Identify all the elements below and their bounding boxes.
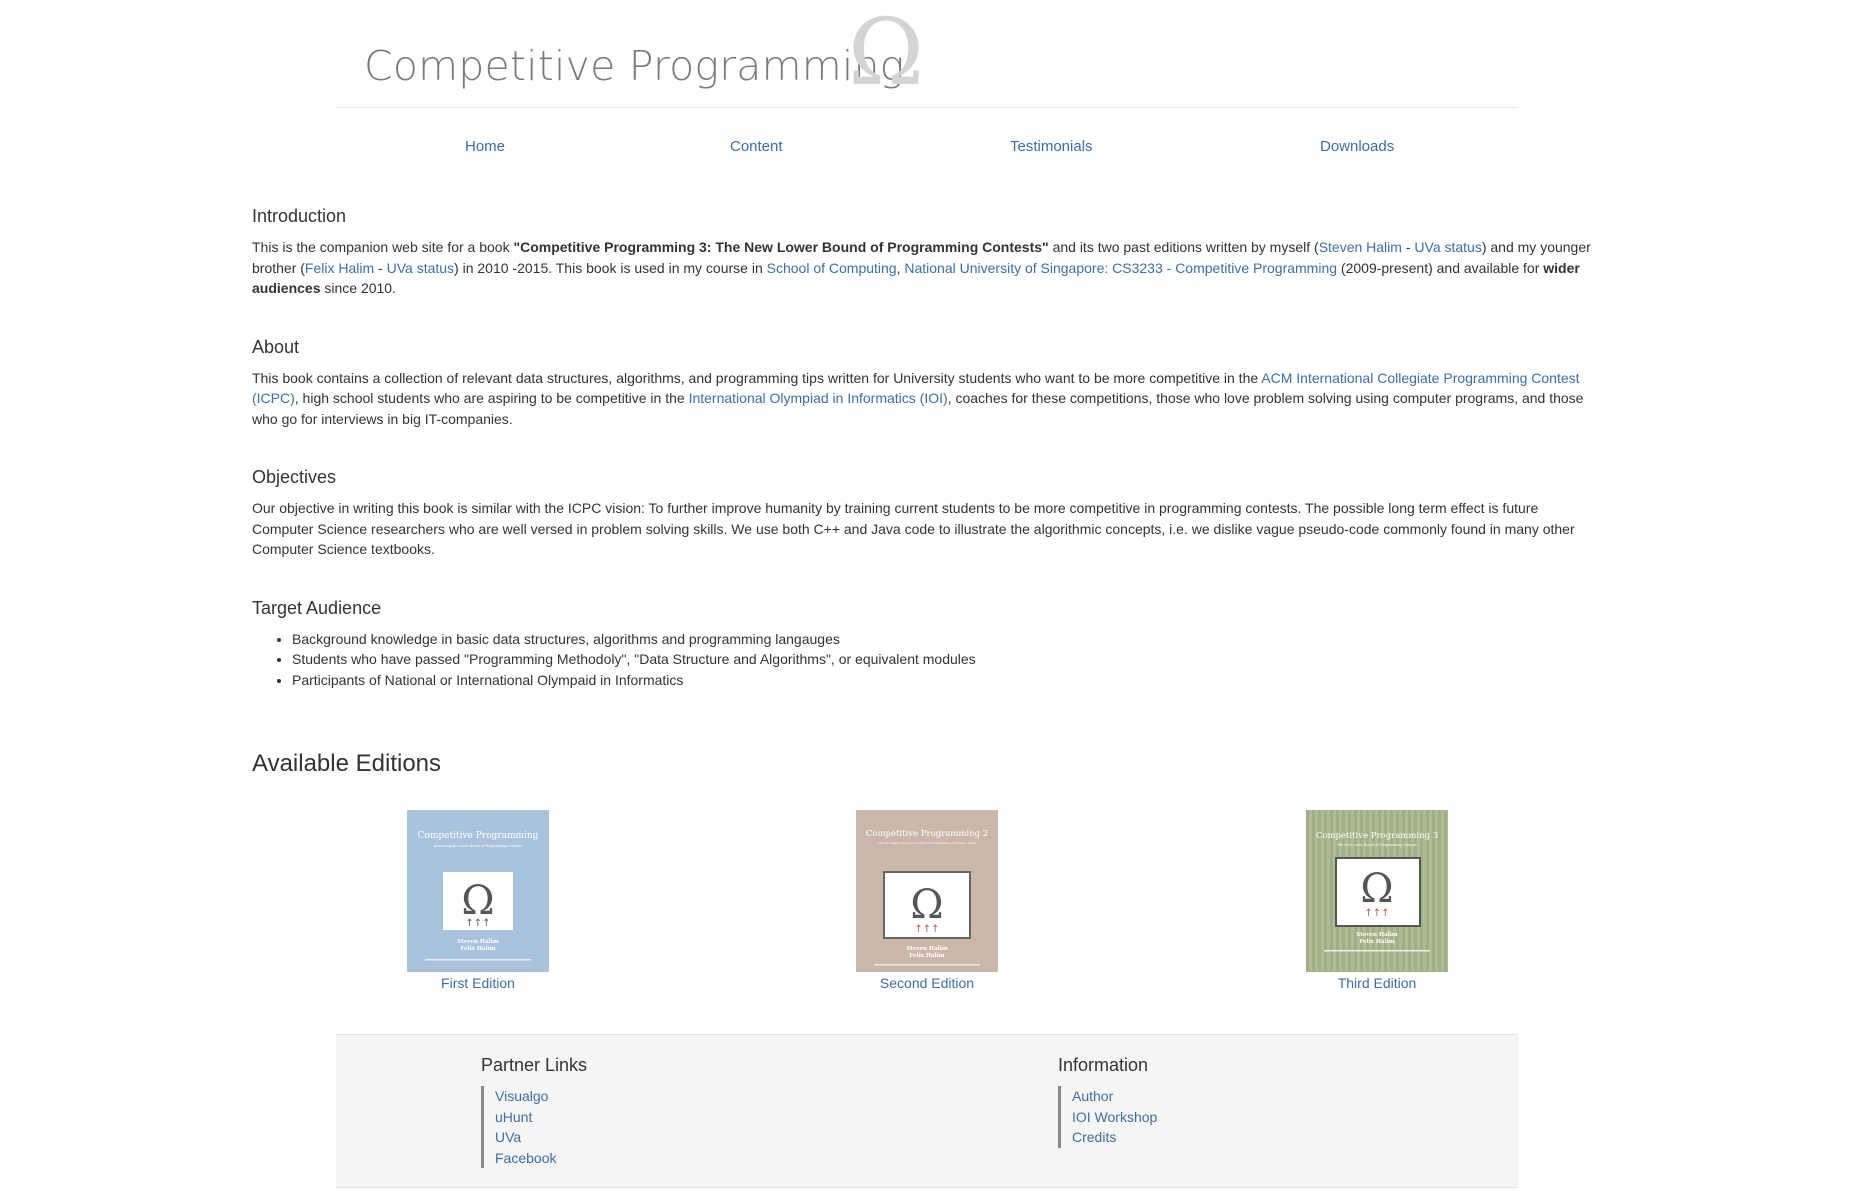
cover-author-2: Felix Halim (909, 953, 944, 959)
cover-footer-line (1324, 950, 1430, 952)
arrows-icon: ↑↑↑ (914, 924, 939, 935)
information-column: Information Author IOI Workshop Credits (1058, 1055, 1157, 1148)
target-audience-section: Target Audience Background knowledge in … (252, 598, 1592, 691)
steven-halim-link[interactable]: Steven Halim (1319, 239, 1402, 255)
cover-title: Competitive Programming (418, 831, 539, 841)
felix-halim-link[interactable]: Felix Halim (305, 260, 374, 276)
list-item: IOI Workshop (1072, 1107, 1157, 1128)
about-text: This book contains a collection of relev… (252, 368, 1592, 430)
nav-content[interactable]: Content (730, 138, 783, 155)
edition-card-first: Competitive Programming Increasing the L… (378, 810, 578, 991)
intro-text-1: This is the companion web site for a boo… (252, 239, 514, 255)
third-edition-cover[interactable]: Competitive Programming 3 The New Lower … (1306, 810, 1448, 972)
partner-links-column: Partner Links Visualgo uHunt UVa Faceboo… (481, 1055, 587, 1168)
about-heading: About (252, 336, 300, 357)
partner-links-heading: Partner Links (481, 1055, 588, 1075)
school-of-computing-link[interactable]: School of Computing (767, 260, 897, 276)
main-content: Introduction This is the companion web s… (252, 206, 1592, 728)
list-item: UVa (495, 1127, 587, 1148)
cover-author-1: Steven Halim (906, 946, 948, 952)
second-edition-cover-image: Competitive Programming 2 This increases… (856, 810, 998, 972)
book-title: "Competitive Programming 3: The New Lowe… (513, 239, 1049, 255)
cover-footer-line (425, 959, 531, 961)
credits-link[interactable]: Credits (1072, 1129, 1116, 1145)
objectives-heading: Objectives (252, 467, 337, 487)
introduction-heading: Introduction (252, 206, 347, 226)
nav-downloads[interactable]: Downloads (1320, 138, 1394, 155)
ioi-link[interactable]: International Olympiad in Informatics (I… (689, 390, 948, 406)
omega-logo-icon: Ω (848, 2, 924, 102)
list-item: Participants of National or Internationa… (292, 670, 1592, 691)
visualgo-link[interactable]: Visualgo (495, 1088, 548, 1104)
first-edition-cover-image: Competitive Programming Increasing the L… (407, 810, 549, 972)
about-section: About This book contains a collection of… (252, 337, 1592, 430)
author-link[interactable]: Author (1072, 1088, 1113, 1104)
introduction-section: Introduction This is the companion web s… (252, 206, 1592, 299)
nav-home[interactable]: Home (465, 138, 505, 155)
target-audience-list: Background knowledge in basic data struc… (252, 629, 1592, 691)
intro-text-2: and its two past editions written by mys… (1048, 239, 1319, 255)
list-item: Facebook (495, 1148, 587, 1169)
cover-author-1: Steven Halim (1356, 932, 1398, 938)
first-edition-link[interactable]: First Edition (378, 975, 578, 991)
edition-card-third: Competitive Programming 3 The New Lower … (1277, 810, 1477, 991)
cover-title: Competitive Programming 2 (866, 829, 988, 839)
site-title: Competitive Programming (364, 42, 905, 90)
objectives-section: Objectives Our objective in writing this… (252, 467, 1592, 560)
available-editions-heading: Available Editions (252, 750, 442, 777)
list-item: uHunt (495, 1107, 587, 1128)
arrows-icon: ↑↑↑ (1364, 908, 1389, 919)
about-text-1: This book contains a collection of relev… (252, 369, 1262, 386)
intro-dash-1: - (1401, 239, 1415, 255)
list-item: Background knowledge in basic data struc… (292, 629, 1592, 650)
first-edition-cover[interactable]: Competitive Programming Increasing the L… (407, 810, 549, 972)
second-edition-link[interactable]: Second Edition (827, 975, 1027, 991)
target-audience-heading: Target Audience (252, 597, 382, 618)
cover-subtitle: This increases the lower bound of Progra… (878, 841, 976, 845)
svg-text:Ω: Ω (848, 2, 924, 102)
nav-testimonials[interactable]: Testimonials (1010, 138, 1093, 155)
cover-subtitle: The New Lower Bound of Programming Conte… (1337, 843, 1417, 847)
edition-card-second: Competitive Programming 2 This increases… (827, 810, 1027, 991)
main-nav: Home Content Testimonials Downloads (336, 138, 1518, 162)
list-item: Students who have passed "Programming Me… (292, 649, 1592, 670)
cover-author-2: Felix Halim (1359, 939, 1394, 945)
felix-uva-status-link[interactable]: UVa status (387, 260, 454, 276)
list-item: Credits (1072, 1127, 1157, 1148)
uva-link[interactable]: UVa (495, 1129, 521, 1145)
cs3233-link[interactable]: CS3233 - Competitive Programming (1112, 260, 1337, 276)
partner-links-list: Visualgo uHunt UVa Facebook (481, 1086, 587, 1168)
cover-title: Competitive Programming 3 (1316, 831, 1438, 841)
site-footer: Partner Links Visualgo uHunt UVa Faceboo… (336, 1034, 1518, 1188)
cover-author-1: Steven Halim (457, 939, 499, 945)
intro-dash-2: - (374, 259, 387, 276)
uhunt-link[interactable]: uHunt (495, 1109, 532, 1125)
information-list: Author IOI Workshop Credits (1058, 1086, 1157, 1148)
cover-footer-line (874, 964, 980, 966)
intro-text-5: (2009-present) and available for (1337, 259, 1544, 276)
ioi-workshop-link[interactable]: IOI Workshop (1072, 1109, 1157, 1125)
omega-icon: Ω (910, 882, 943, 928)
cover-author-2: Felix Halim (460, 946, 495, 952)
cover-subtitle: Increasing the Lower Bound of Programmin… (434, 844, 523, 848)
facebook-link[interactable]: Facebook (495, 1150, 556, 1166)
omega-icon: Ω (1360, 866, 1393, 912)
third-edition-cover-image: Competitive Programming 3 The New Lower … (1306, 810, 1448, 972)
objectives-text: Our objective in writing this book is si… (252, 500, 1575, 557)
about-text-2: , high school students who are aspiring … (294, 390, 689, 406)
information-heading: Information (1058, 1055, 1149, 1075)
introduction-text: This is the companion web site for a boo… (252, 237, 1592, 299)
steven-uva-status-link[interactable]: UVa status (1414, 239, 1481, 255)
intro-text-6: since 2010. (320, 280, 396, 296)
intro-text-4: ) in 2010 -2015. This book is used in my… (454, 259, 767, 276)
third-edition-link[interactable]: Third Edition (1277, 975, 1477, 991)
second-edition-cover[interactable]: Competitive Programming 2 This increases… (856, 810, 998, 972)
nus-link[interactable]: National University of Singapore (904, 260, 1104, 276)
intro-colon: : (1104, 259, 1113, 276)
list-item: Visualgo (495, 1086, 587, 1107)
list-item: Author (1072, 1086, 1157, 1107)
site-header: Competitive Programming Ω (336, 0, 1518, 108)
arrows-icon: ↑↑↑ (465, 918, 490, 929)
